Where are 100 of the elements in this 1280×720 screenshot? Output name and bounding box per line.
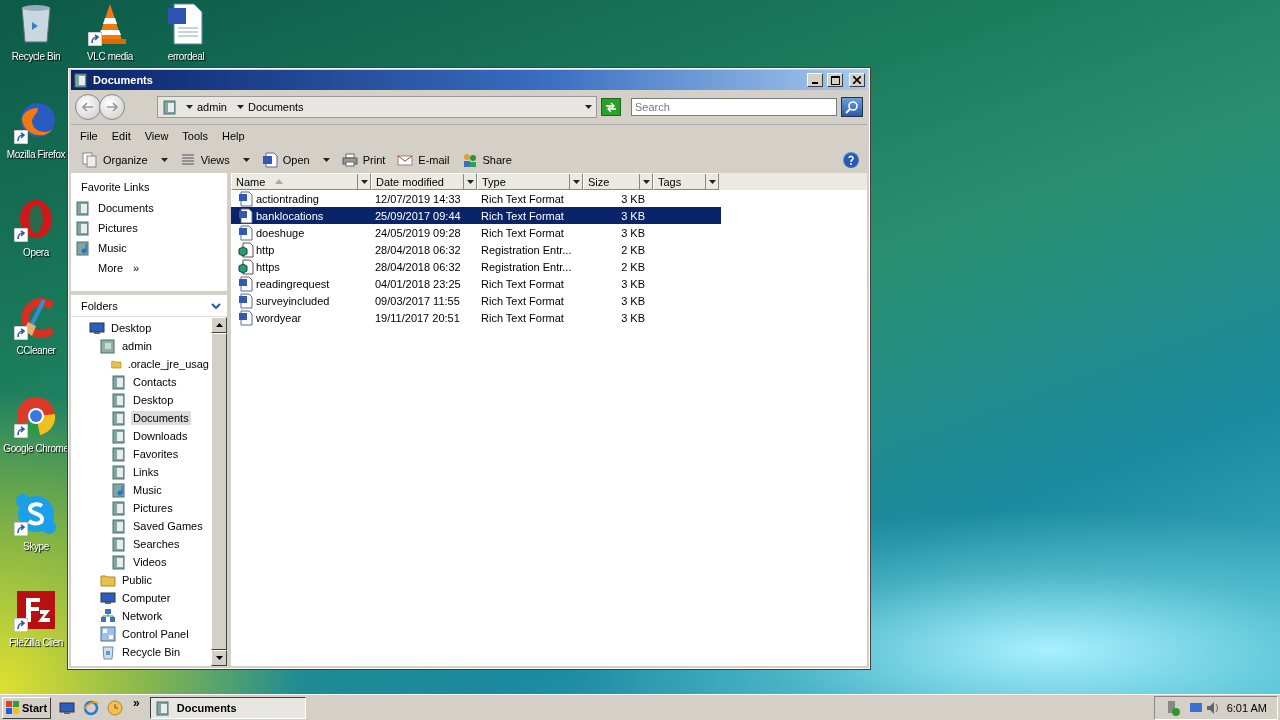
file-row[interactable]: actiontrading 12/07/2019 14:33 Rich Text Format 3 KB <box>231 190 721 207</box>
size-cell-text: 3 KB <box>620 226 646 239</box>
folder-tree-item[interactable]: Links <box>131 465 161 479</box>
folder-tree-item[interactable]: Favorites <box>131 447 181 461</box>
folder-tree-item[interactable]: Desktop <box>131 393 176 407</box>
binder-icon <box>111 554 127 570</box>
menu-item[interactable]: Tools <box>175 130 216 142</box>
minimize-button[interactable] <box>807 73 823 87</box>
folder-tree-item[interactable]: Music <box>131 483 164 497</box>
toolbar-button[interactable]: Print <box>336 150 391 170</box>
binder-icon <box>111 428 127 444</box>
desktop-icon-label[interactable]: Mozilla Firefox <box>6 148 66 161</box>
folder-tree-item[interactable]: Pictures <box>131 501 175 515</box>
close-button[interactable] <box>849 73 865 87</box>
taskbar-button[interactable]: Documents <box>149 696 306 719</box>
size-cell-text: 2 KB <box>620 243 646 256</box>
folder-tree-item[interactable]: Downloads <box>131 429 190 443</box>
size-cell-text: 3 KB <box>620 192 646 205</box>
column-header[interactable]: Type <box>477 173 583 190</box>
monitor-icon[interactable] <box>59 699 76 716</box>
favorite-link[interactable]: Pictures <box>73 219 225 237</box>
desktop-icon-label[interactable]: VLC media <box>87 50 133 63</box>
folder-tree-item[interactable]: Control Panel <box>120 627 191 641</box>
down-arrow-icon <box>215 656 223 660</box>
binder-icon <box>111 410 127 426</box>
chevron-button[interactable]: » <box>127 696 146 710</box>
clock[interactable]: 6:01 AM <box>1226 701 1267 714</box>
toolbar-button[interactable]: Open <box>256 150 335 170</box>
folders-header[interactable]: Folders <box>71 295 227 317</box>
folder-tree-item[interactable]: Desktop <box>109 321 154 335</box>
folder-tree-item[interactable]: Documents <box>131 411 191 425</box>
folder-tree-item[interactable]: Computer <box>120 591 173 605</box>
globe-icon[interactable] <box>83 699 100 716</box>
search-field[interactable]: Search <box>631 98 837 116</box>
scroll-down-button[interactable] <box>211 650 227 666</box>
date-cell-text: 04/01/2018 23:25 <box>374 277 462 290</box>
type-cell-text: Registration Entr... <box>480 260 573 273</box>
more-link[interactable]: More » <box>73 259 225 277</box>
folder-tree-item[interactable]: Contacts <box>131 375 179 389</box>
folder-tree-item[interactable]: Recycle Bin <box>120 645 183 659</box>
size-cell-text: 3 KB <box>620 311 646 324</box>
folder-tree-item[interactable]: Network <box>120 609 165 623</box>
scroll-up-button[interactable] <box>211 317 227 333</box>
menu-item[interactable]: Help <box>215 130 252 142</box>
folder-tree-item[interactable]: Videos <box>131 555 169 569</box>
desktop-icon-label[interactable]: Google Chrome <box>3 442 69 455</box>
toolbar-button[interactable]: Organize <box>77 150 173 170</box>
file-row[interactable]: doeshuge 24/05/2019 09:28 Rich Text Format 3 KB <box>231 224 721 241</box>
document-icon <box>261 152 278 168</box>
file-row[interactable]: banklocations 25/09/2017 09:44 Rich Text Format 3 KB <box>231 207 721 224</box>
breadcrumb[interactable]: admin <box>184 101 229 113</box>
menu-item[interactable]: File <box>73 130 105 142</box>
desktop-icon-label[interactable]: Opera <box>23 246 49 259</box>
refresh-button[interactable] <box>601 98 621 116</box>
start-button[interactable]: Start <box>2 696 52 719</box>
monitor-icon <box>89 320 105 336</box>
toolbar-button[interactable]: Share <box>456 150 517 170</box>
caret-icon <box>322 158 330 162</box>
column-header[interactable]: Size <box>583 173 653 190</box>
file-row[interactable]: surveyincluded 09/03/2017 11:55 Rich Text Format 3 KB <box>231 292 721 309</box>
toolbar-button[interactable]: Views <box>174 150 255 170</box>
scrollbar[interactable] <box>211 317 227 666</box>
tile-icon <box>14 588 58 632</box>
file-row[interactable]: https 28/04/2018 06:32 Registration Entr... 2 KB <box>231 258 721 275</box>
maximize-button[interactable] <box>827 73 843 87</box>
toolbar-button[interactable]: E-mail <box>392 150 455 170</box>
cube-file-icon <box>238 241 254 258</box>
binder-icon <box>111 392 127 408</box>
column-header[interactable]: Date modified <box>371 173 477 190</box>
column-header[interactable]: Tags <box>653 173 719 190</box>
caret-icon <box>572 179 580 184</box>
address-bar[interactable]: admin Documents <box>157 96 597 118</box>
binder-icon <box>75 220 91 236</box>
printer-icon <box>341 152 358 168</box>
folder-tree-item[interactable]: Searches <box>131 537 182 551</box>
desktop-icon-label[interactable]: errordeal <box>167 50 205 63</box>
desktop-icon-label[interactable]: CCleaner <box>16 344 56 357</box>
cube-file-icon <box>238 258 254 275</box>
date-cell-text: 12/07/2019 14:33 <box>374 192 462 205</box>
favorite-link[interactable]: Music <box>73 239 225 257</box>
folder-tree-item[interactable]: .oracle_jre_usag <box>125 357 211 371</box>
file-row[interactable]: readingrequest 04/01/2018 23:25 Rich Text Format 3 KB <box>231 275 721 292</box>
file-row[interactable]: wordyear 19/11/2017 20:51 Rich Text Format 3 KB <box>231 309 721 326</box>
favorite-link[interactable]: Documents <box>73 199 225 217</box>
breadcrumb[interactable]: Documents <box>234 101 306 113</box>
search-icon <box>845 100 859 114</box>
forward-button[interactable] <box>99 94 125 120</box>
column-header[interactable]: Name <box>231 173 371 190</box>
back-button[interactable] <box>75 94 101 120</box>
menu-item[interactable]: Edit <box>104 130 138 142</box>
desktop-icon-label[interactable]: Recycle Bin <box>11 50 61 63</box>
folder-tree-item[interactable]: admin <box>120 339 154 353</box>
size-cell-text: 3 KB <box>620 277 646 290</box>
menu-item[interactable]: View <box>137 130 176 142</box>
folder-tree-item[interactable]: Public <box>120 573 154 587</box>
folder-tree-item[interactable]: Saved Games <box>131 519 205 533</box>
people-icon <box>461 152 478 168</box>
help-icon[interactable] <box>843 152 859 168</box>
search-button[interactable] <box>841 97 863 117</box>
file-row[interactable]: http 28/04/2018 06:32 Registration Entr... 2 KB <box>231 241 721 258</box>
